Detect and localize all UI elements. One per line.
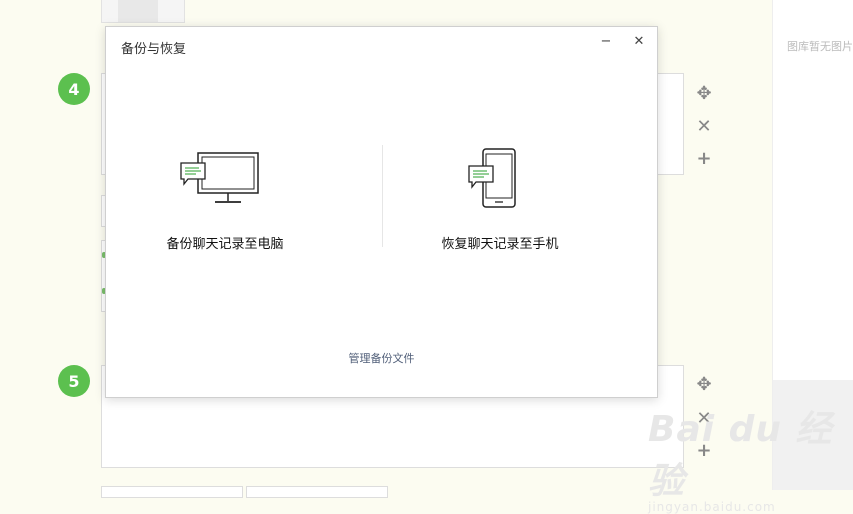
move-icon[interactable]: ✥ bbox=[695, 85, 713, 103]
computer-chat-icon bbox=[180, 152, 259, 203]
step-badge-4: 4 bbox=[58, 73, 90, 105]
phone-chat-icon bbox=[468, 148, 516, 208]
restore-to-phone-label: 恢复聊天记录至手机 bbox=[441, 237, 559, 252]
close-button[interactable]: ✕ bbox=[630, 33, 648, 51]
bottom-button[interactable] bbox=[246, 486, 388, 498]
mini-toolbar bbox=[101, 0, 185, 23]
option-divider bbox=[382, 145, 383, 247]
step-badge-5: 5 bbox=[58, 365, 90, 397]
watermark-logo: Bai du 经验 bbox=[648, 409, 833, 502]
toolbar-segment bbox=[118, 0, 158, 22]
close-icon[interactable]: ✕ bbox=[695, 118, 713, 136]
manage-backup-files-link[interactable]: 管理备份文件 bbox=[106, 350, 657, 366]
add-icon[interactable]: + bbox=[695, 150, 713, 168]
move-icon[interactable]: ✥ bbox=[695, 376, 713, 394]
restore-to-phone-option[interactable]: 恢复聊天记录至手机 bbox=[400, 137, 600, 257]
watermark-url: jingyan.baidu.com bbox=[648, 500, 776, 514]
gallery-empty-text: 图库暂无图片 bbox=[787, 40, 853, 53]
backup-restore-dialog: 备份与恢复 − ✕ 备份聊天记录至电脑 恢复聊天记录至手机 管理备份文件 bbox=[105, 26, 658, 398]
baidu-watermark: Bai du 经验 jingyan.baidu.com bbox=[648, 400, 853, 514]
minimize-button[interactable]: − bbox=[597, 33, 615, 51]
backup-to-pc-label: 备份聊天记录至电脑 bbox=[166, 237, 284, 252]
dialog-title: 备份与恢复 bbox=[121, 42, 187, 57]
bottom-button[interactable] bbox=[101, 486, 243, 498]
backup-to-pc-option[interactable]: 备份聊天记录至电脑 bbox=[125, 137, 325, 257]
